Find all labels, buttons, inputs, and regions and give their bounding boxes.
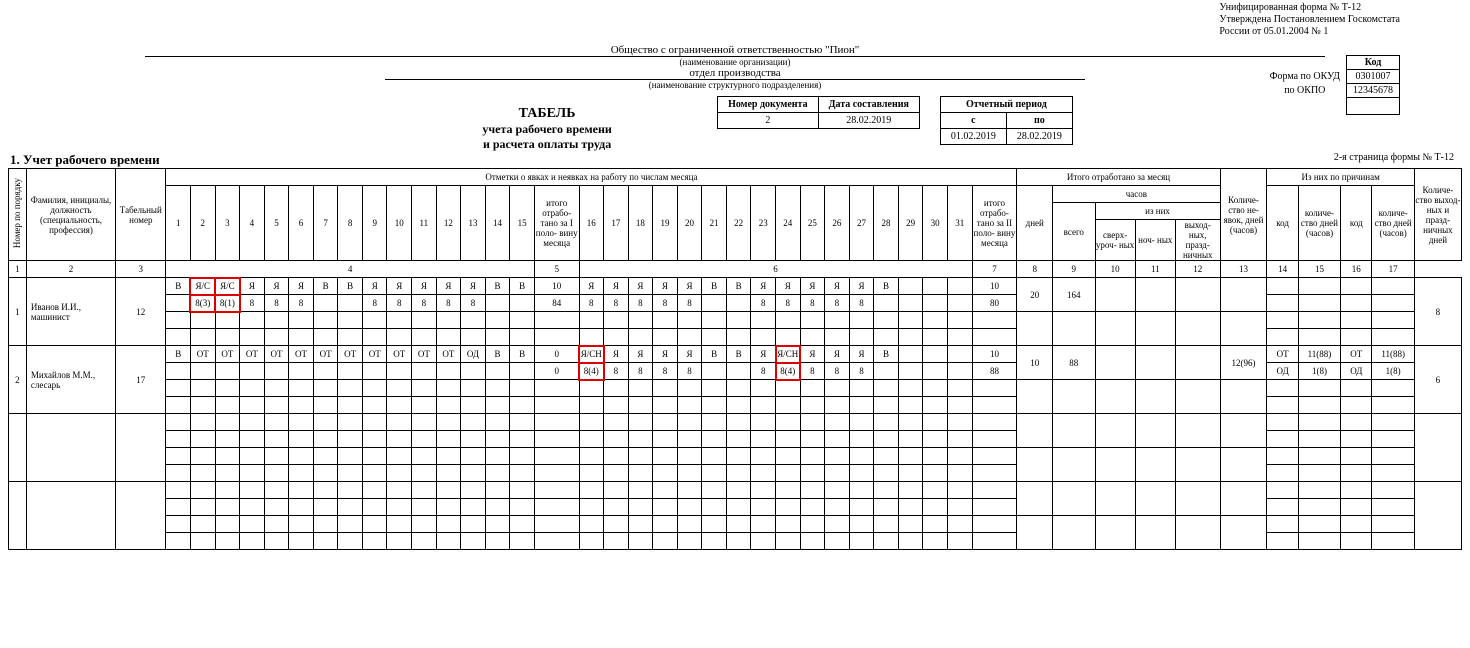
column-numbers: 123 45 67 89101112 1314151617 — [9, 261, 1462, 278]
table-row: 2Михайлов М.М., слесарь17ВОТОТОТОТОТОТОТ… — [9, 346, 1462, 363]
codes-table: Код Форма по ОКУД0301007 по ОКПО12345678 — [1264, 55, 1400, 115]
org-block: Общество с ограниченной ответственностью… — [8, 44, 1462, 90]
org-name: Общество с ограниченной ответственностью… — [145, 44, 1325, 57]
table-header: Номер по порядку Фамилия, инициалы, долж… — [9, 169, 1462, 278]
period-table: Отчетный период спо 01.02.201928.02.2019 — [940, 96, 1073, 152]
table-row — [9, 414, 1462, 431]
table-row: 1Иванов И.И., машинист12ВЯ/СЯ/СЯЯЯВВЯЯЯЯ… — [9, 278, 1462, 295]
title-row: ТАБЕЛЬ учета рабочего времени и расчета … — [8, 96, 1462, 152]
table-row — [9, 516, 1462, 533]
table-row — [9, 448, 1462, 465]
table-row — [9, 482, 1462, 499]
table-row — [9, 312, 1462, 329]
main-table: Номер по порядку Фамилия, инициалы, долж… — [8, 168, 1462, 550]
table-row — [9, 380, 1462, 397]
doc-number-table: Номер документаДата составления 228.02.2… — [717, 96, 920, 152]
page-note: 2-я страница формы № Т-12 — [1334, 152, 1454, 163]
form-note: Унифицированная форма № Т-12 Утверждена … — [1219, 2, 1400, 38]
table-body: 1Иванов И.И., машинист12ВЯ/СЯ/СЯЯЯВВЯЯЯЯ… — [9, 278, 1462, 550]
dept-name: отдел производства — [385, 67, 1085, 80]
section-title: 1. Учет рабочего времени — [10, 152, 160, 167]
